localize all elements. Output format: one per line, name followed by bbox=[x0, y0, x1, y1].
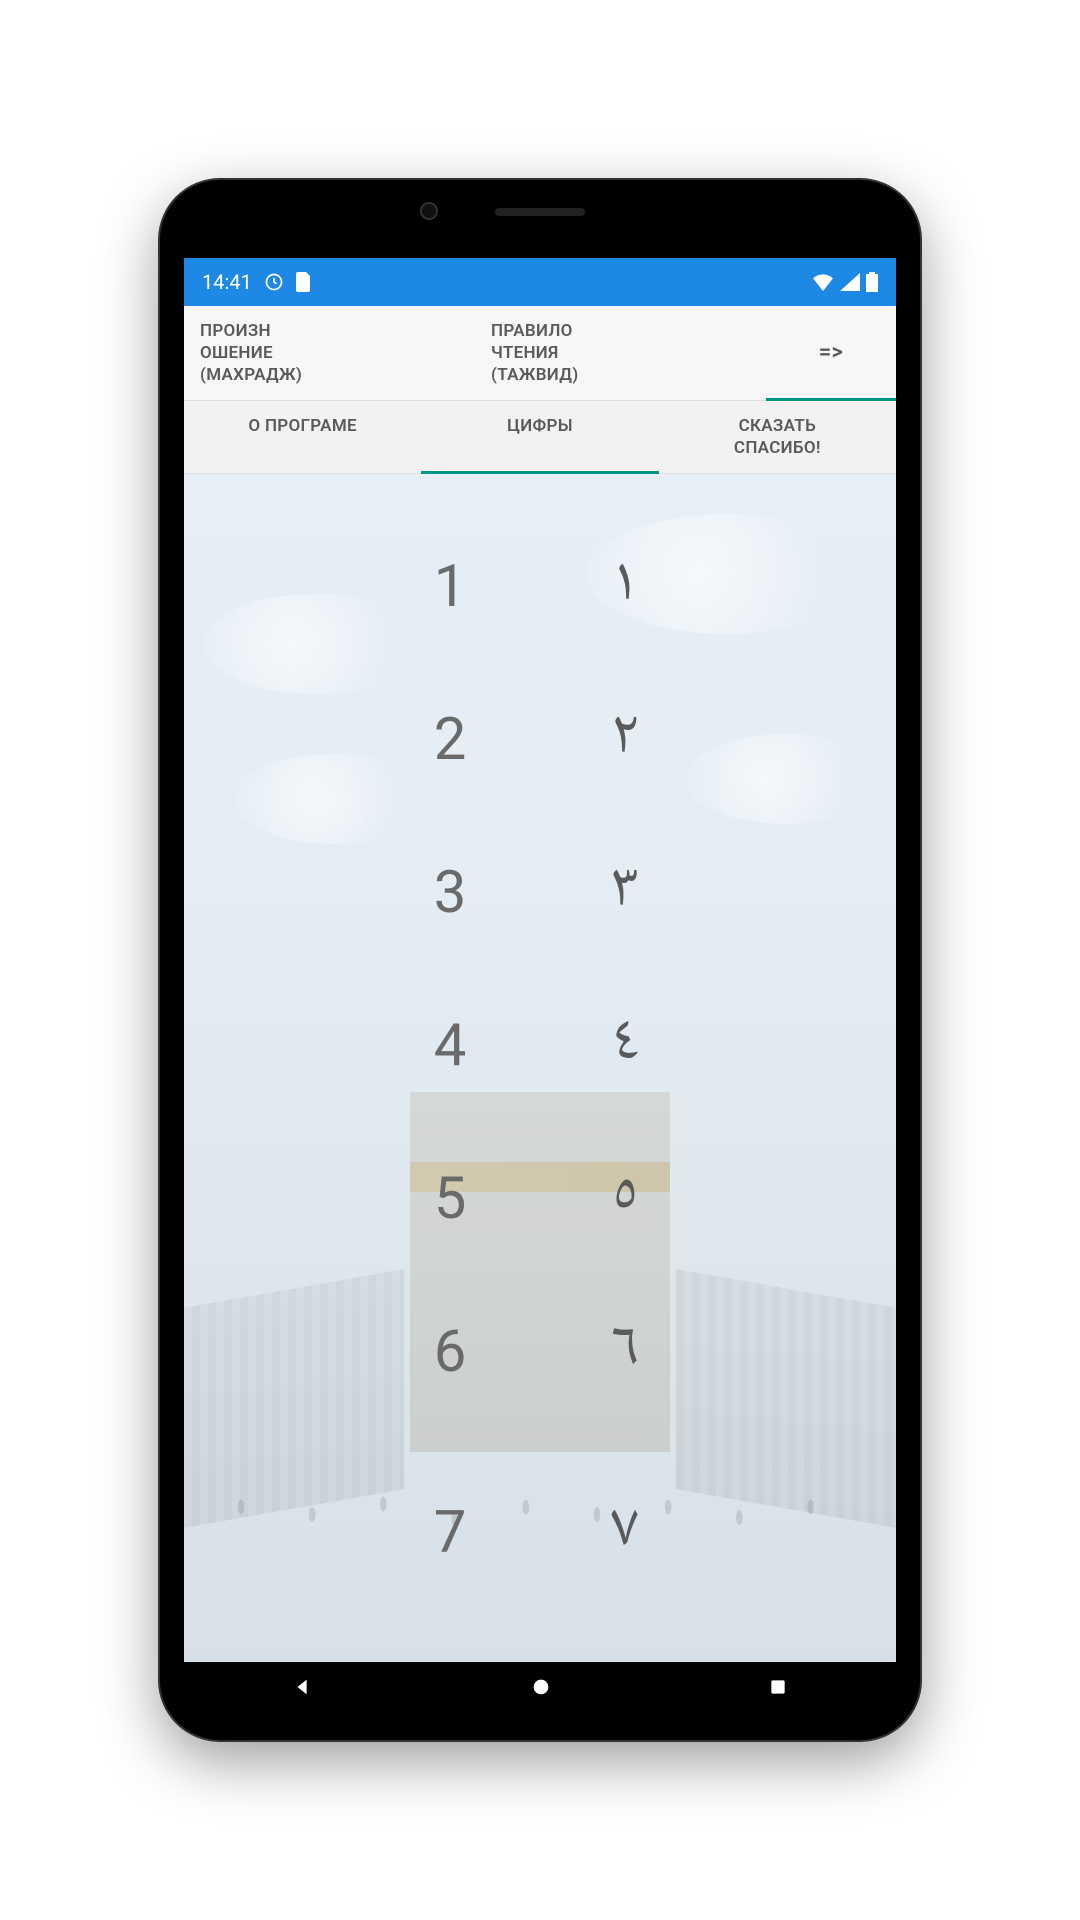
arabic-digit: ٦ bbox=[595, 1299, 655, 1404]
numeral-pair[interactable]: 2 ٢ bbox=[425, 687, 655, 792]
tab-pronunciation[interactable]: ПРОИЗН ОШЕНИЕ (МАХРАДЖ) bbox=[184, 306, 475, 400]
arabic-digit: ٧ bbox=[595, 1480, 655, 1585]
battery-icon bbox=[866, 272, 878, 292]
tab-label: ЦИФРЫ bbox=[507, 416, 573, 436]
western-digit: 5 bbox=[425, 1165, 475, 1233]
western-digit: 2 bbox=[425, 706, 475, 774]
status-time: 14:41 bbox=[202, 270, 252, 294]
numeral-pair[interactable]: 7 ٧ bbox=[425, 1480, 655, 1585]
android-navbar bbox=[184, 1662, 896, 1716]
tab-thanks[interactable]: СКАЗАТЬ СПАСИБО! bbox=[659, 401, 896, 473]
tab-about[interactable]: О ПРОГРАМЕ bbox=[184, 401, 421, 473]
signal-icon bbox=[840, 273, 860, 291]
tab-reading-rule[interactable]: ПРАВИЛО ЧТЕНИЯ (ТАЖВИД) bbox=[475, 306, 766, 400]
western-digit: 8 bbox=[425, 1652, 475, 1662]
numeral-pair[interactable]: 1 ١ bbox=[425, 534, 655, 639]
nav-recent-icon[interactable] bbox=[768, 1677, 788, 1701]
tab-label: ПРАВИЛО ЧТЕНИЯ (ТАЖВИД) bbox=[491, 321, 578, 385]
sim-icon bbox=[296, 272, 312, 292]
numeral-pair[interactable]: 4 ٤ bbox=[425, 993, 655, 1098]
arabic-digit: ١ bbox=[595, 534, 655, 639]
camera-dot bbox=[420, 202, 438, 220]
arabic-digit: ٥ bbox=[595, 1146, 655, 1251]
tab-row-2: О ПРОГРАМЕ ЦИФРЫ СКАЗАТЬ СПАСИБО! bbox=[184, 401, 896, 474]
tab-label: => bbox=[819, 339, 844, 368]
western-digit: 1 bbox=[425, 553, 475, 621]
arabic-digit: ٨ bbox=[595, 1633, 655, 1662]
tab-label: СКАЗАТЬ СПАСИБО! bbox=[734, 416, 821, 458]
wifi-icon bbox=[812, 273, 834, 291]
tab-label: О ПРОГРАМЕ bbox=[248, 416, 357, 436]
tab-next-arrow[interactable]: => bbox=[766, 306, 896, 400]
numerals-list[interactable]: 1 ١ 2 ٢ 3 ٣ 4 ٤ bbox=[184, 474, 896, 1662]
clock-icon bbox=[264, 272, 284, 292]
numeral-pair[interactable]: 6 ٦ bbox=[425, 1299, 655, 1404]
speaker-grill bbox=[495, 208, 585, 216]
western-digit: 6 bbox=[425, 1318, 475, 1386]
tab-digits[interactable]: ЦИФРЫ bbox=[421, 401, 658, 473]
western-digit: 3 bbox=[425, 859, 475, 927]
western-digit: 4 bbox=[425, 1012, 475, 1080]
arabic-digit: ٢ bbox=[595, 687, 655, 792]
device-frame: 14:41 bbox=[160, 180, 920, 1740]
western-digit: 7 bbox=[425, 1499, 475, 1567]
arabic-digit: ٣ bbox=[595, 840, 655, 945]
nav-home-icon[interactable] bbox=[530, 1676, 552, 1702]
nav-back-icon[interactable] bbox=[292, 1676, 314, 1702]
tab-row-1: ПРОИЗН ОШЕНИЕ (МАХРАДЖ) ПРАВИЛО ЧТЕНИЯ (… bbox=[184, 306, 896, 401]
status-bar: 14:41 bbox=[184, 258, 896, 306]
arabic-digit: ٤ bbox=[595, 993, 655, 1098]
numeral-pair[interactable]: 8 ٨ bbox=[425, 1633, 655, 1662]
numeral-pair[interactable]: 3 ٣ bbox=[425, 840, 655, 945]
content-area: 1 ١ 2 ٢ 3 ٣ 4 ٤ bbox=[184, 474, 896, 1662]
device-inner: 14:41 bbox=[178, 198, 902, 1722]
numeral-pair[interactable]: 5 ٥ bbox=[425, 1146, 655, 1251]
screen: 14:41 bbox=[184, 258, 896, 1662]
tab-label: ПРОИЗН ОШЕНИЕ (МАХРАДЖ) bbox=[200, 321, 302, 385]
